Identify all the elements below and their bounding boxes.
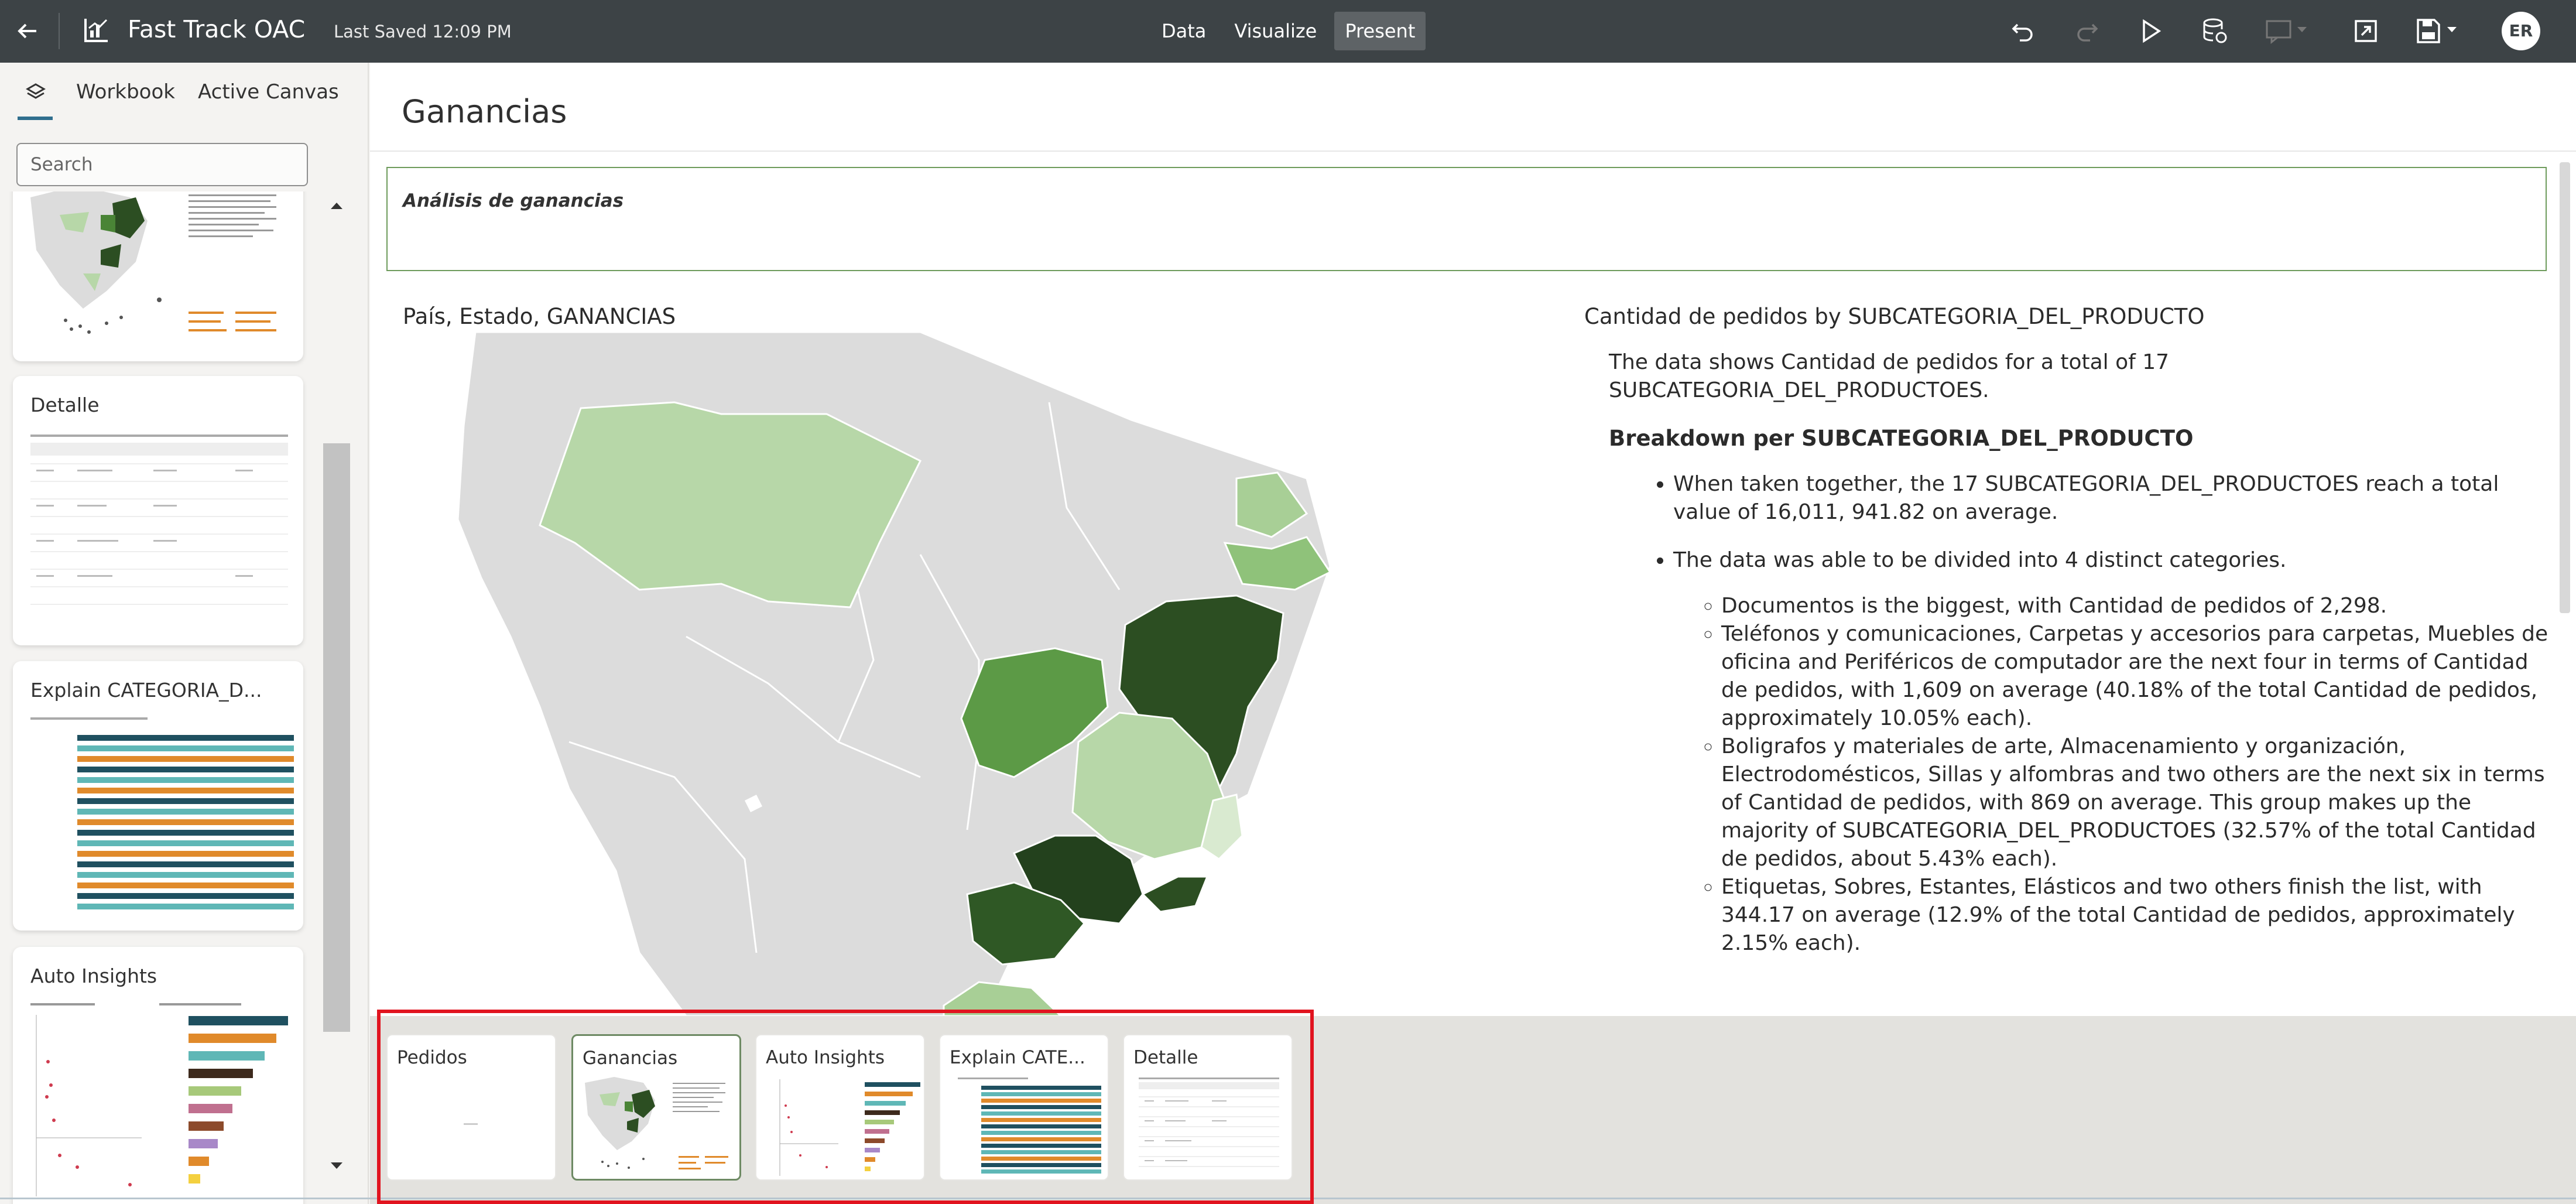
canvas-card-label: Detalle [30, 394, 100, 416]
left-panel: Workbook Active Canvas Detalle [0, 63, 369, 1204]
search-input[interactable] [16, 143, 308, 186]
tab-active-canvas[interactable]: Active Canvas [198, 80, 339, 104]
canvas-card-label: Auto Insights [30, 964, 157, 987]
insight-bullet: The data was able to be divided into 4 d… [1673, 546, 2551, 957]
canvas-thumbnail [30, 1003, 288, 1196]
redo-icon [2073, 16, 2102, 46]
save-dropdown-icon[interactable] [2414, 16, 2467, 46]
insight-sub-bullet: Etiquetas, Sobres, Estantes, Elásticos a… [1721, 873, 2551, 957]
canvas-list: Detalle Explain CATEGORIA_D... Auto Insi… [0, 191, 369, 1204]
mode-tab-data[interactable]: Data [1151, 12, 1217, 50]
workbook-logo-icon [82, 16, 110, 45]
play-icon[interactable] [2136, 16, 2165, 46]
canvas-card-detalle[interactable]: Detalle [13, 376, 303, 645]
mode-switcher: Data Visualize Present [1147, 12, 1429, 50]
auto-insight-text: The data shows Cantidad de pedidos for a… [1609, 348, 2551, 977]
canvas-thumbnail [30, 191, 276, 334]
last-saved-status: Last Saved 12:09 PM [334, 22, 512, 42]
canvas-card-label: Explain CATEGORIA_D... [30, 679, 262, 702]
divider [59, 13, 60, 49]
tab-workbook[interactable]: Workbook [76, 80, 175, 104]
panel-scrollbar[interactable] [323, 443, 350, 1032]
page-title: Ganancias [402, 93, 567, 130]
canvas-card-ganancias[interactable] [13, 191, 303, 361]
divider [370, 150, 2576, 152]
insight-bullet: When taken together, the 17 SUBCATEGORIA… [1673, 470, 2551, 526]
text-box[interactable]: Análisis de ganancias [386, 167, 2547, 271]
map-title: País, Estado, GANANCIAS [403, 304, 676, 329]
canvas-thumbnail [30, 435, 288, 605]
highlight-box [377, 1010, 1314, 1204]
insight-sub-bullet-list: Documentos is the biggest, with Cantidad… [1673, 592, 2551, 957]
user-avatar[interactable]: ER [2502, 12, 2540, 50]
text-box-content: Análisis de ganancias [403, 190, 624, 211]
left-panel-tabs: Workbook Active Canvas [0, 63, 369, 124]
insight-bullet-text: The data was able to be divided into 4 d… [1673, 548, 2287, 572]
scroll-up-icon[interactable] [328, 197, 345, 215]
mode-tab-visualize[interactable]: Visualize [1224, 12, 1327, 50]
insight-breakdown-heading: Breakdown per SUBCATEGORIA_DEL_PRODUCTO [1609, 426, 2194, 451]
undo-icon[interactable] [2008, 16, 2037, 46]
top-bar: Fast Track OAC Last Saved 12:09 PM Data … [0, 0, 2576, 63]
canvas-scrollbar[interactable] [2560, 162, 2570, 613]
data-refresh-icon[interactable] [2200, 16, 2229, 46]
insight-sub-bullet: Teléfonos y comunicaciones, Carpetas y a… [1721, 620, 2551, 733]
mode-tab-present[interactable]: Present [1334, 12, 1426, 50]
app-title: Fast Track OAC [128, 15, 306, 43]
back-arrow-icon[interactable] [13, 16, 42, 46]
layers-icon[interactable] [18, 79, 53, 120]
insight-sub-bullet: Boligrafos y materiales de arte, Almacen… [1721, 733, 2551, 873]
scroll-down-icon[interactable] [328, 1157, 345, 1174]
insight-bullet-list: When taken together, the 17 SUBCATEGORIA… [1609, 470, 2551, 957]
state-rio-de-janeiro [1141, 875, 1209, 913]
insight-title: Cantidad de pedidos by SUBCATEGORIA_DEL_… [1584, 304, 2205, 329]
canvas-card-auto-insights[interactable]: Auto Insights [13, 947, 303, 1204]
insight-intro: The data shows Cantidad de pedidos for a… [1609, 350, 2170, 402]
comment-dropdown-icon [2265, 16, 2317, 46]
brazil-profit-map[interactable] [393, 332, 1705, 1016]
canvas-thumbnail [30, 717, 294, 909]
insight-sub-bullet: Documentos is the biggest, with Cantidad… [1721, 592, 2551, 620]
canvas-card-explain[interactable]: Explain CATEGORIA_D... [13, 661, 303, 931]
export-icon[interactable] [2351, 16, 2380, 46]
presentation-canvas: Ganancias Análisis de ganancias País, Es… [370, 63, 2576, 1016]
